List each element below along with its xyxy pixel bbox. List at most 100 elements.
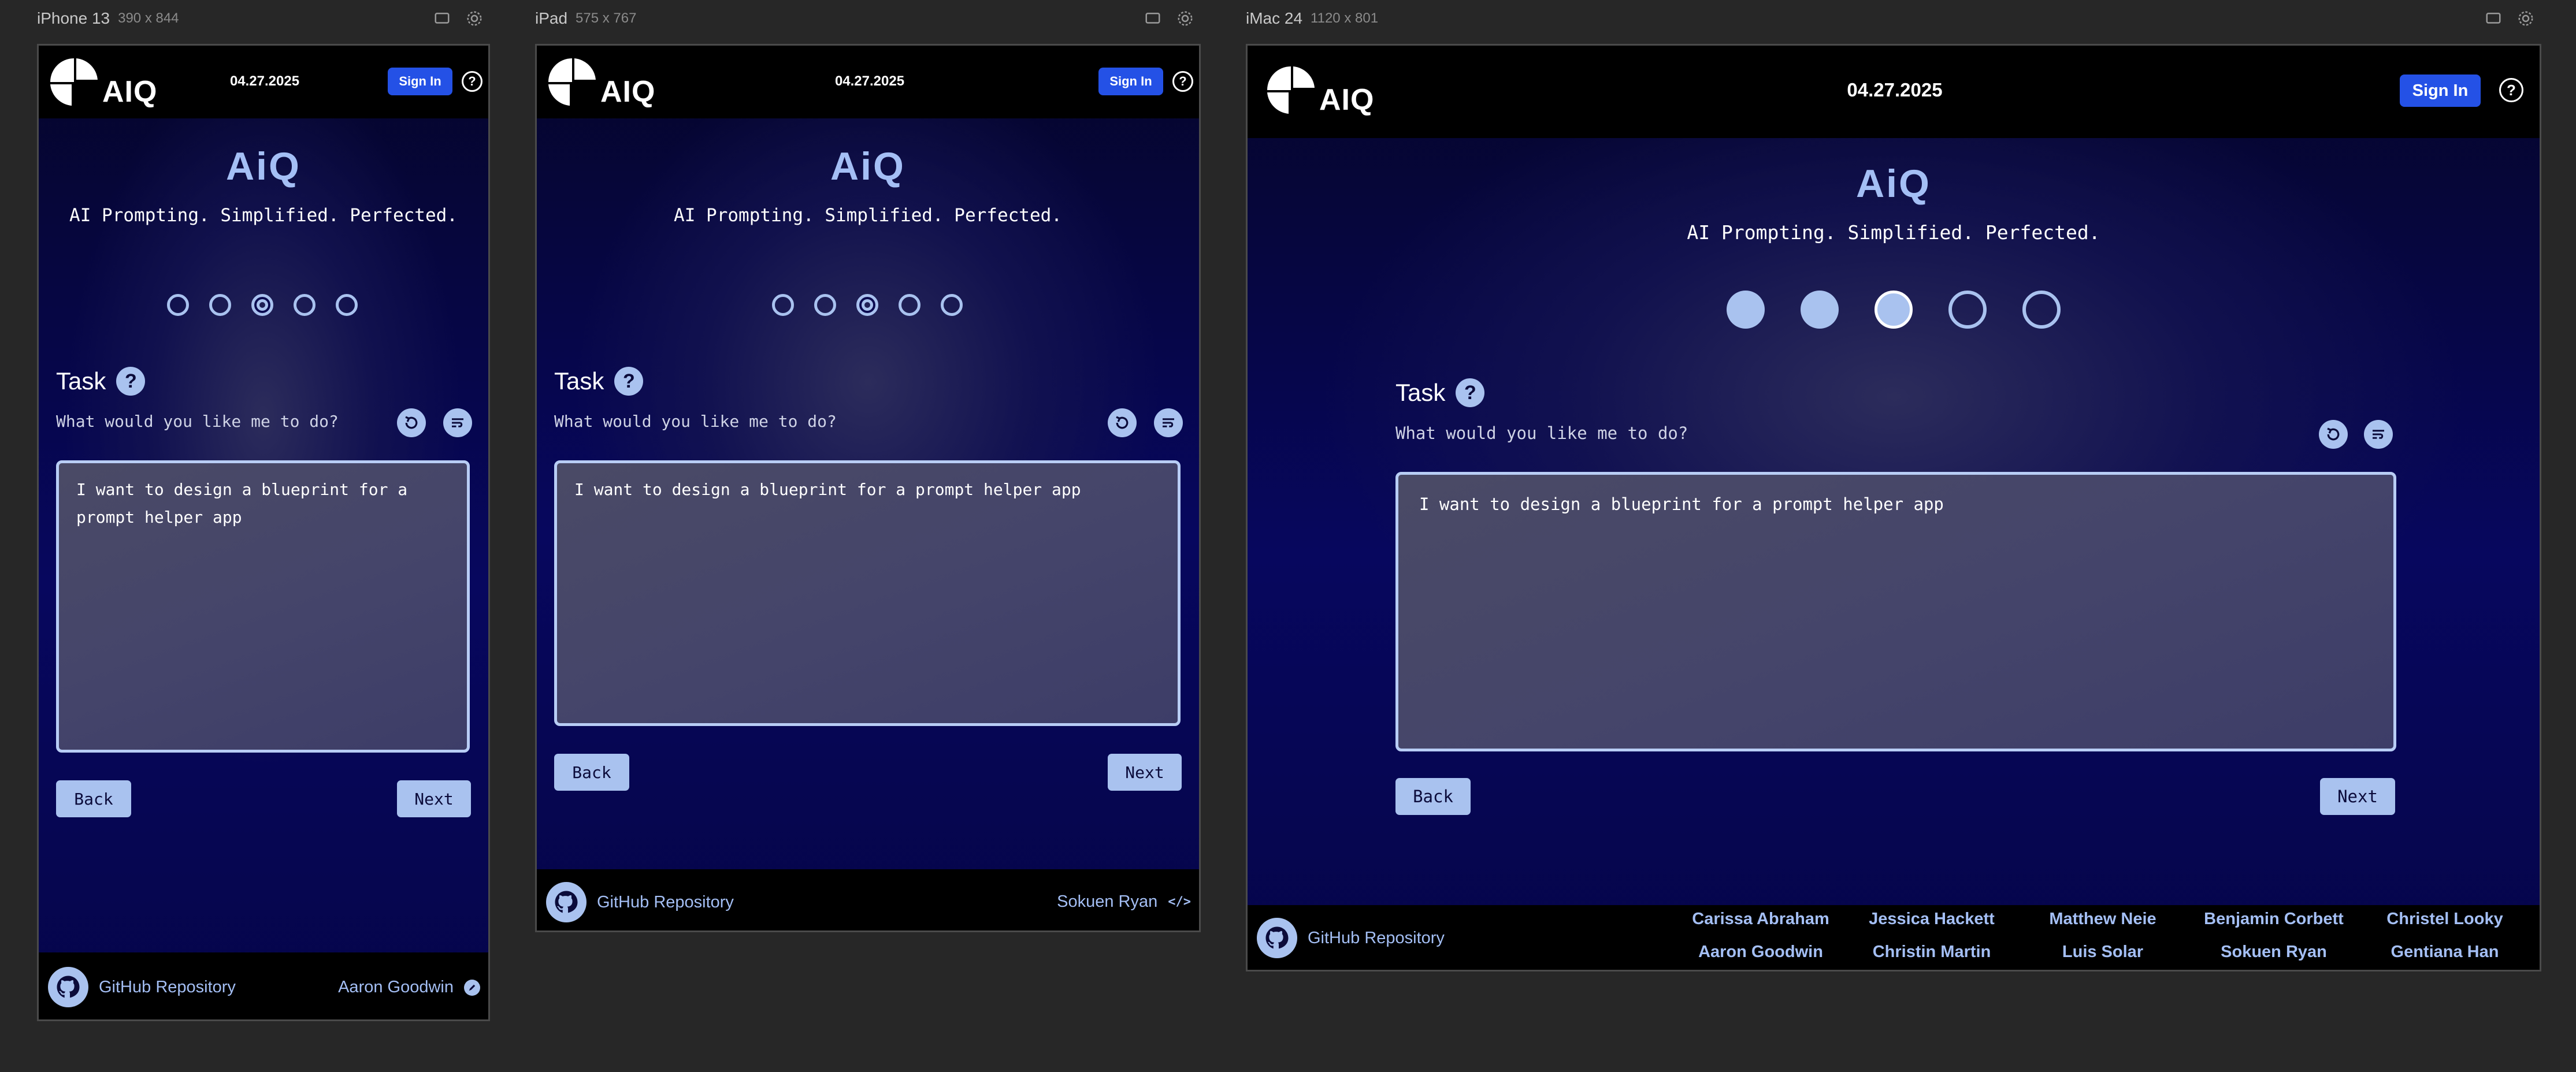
- device-size: 1120 x 801: [1311, 10, 1379, 26]
- stepper: [772, 294, 963, 316]
- format-button[interactable]: [1154, 408, 1183, 437]
- gear-icon[interactable]: [2517, 10, 2534, 27]
- reset-icon: [2327, 427, 2340, 441]
- step-dot[interactable]: [167, 294, 189, 316]
- logo: AIQ: [48, 55, 157, 109]
- footer: GitHub Repository Aaron Goodwin: [39, 952, 488, 1019]
- logo-text: AIQ: [600, 75, 656, 109]
- next-button[interactable]: Next: [2320, 778, 2395, 815]
- step-dot[interactable]: [209, 294, 231, 316]
- page-title: AiQ: [226, 144, 301, 188]
- task-textarea[interactable]: I want to design a blueprint for a promp…: [1395, 472, 2396, 751]
- step-dot[interactable]: [2022, 291, 2061, 329]
- step-dot-current[interactable]: [1875, 291, 1913, 329]
- help-icon[interactable]: ?: [462, 71, 482, 92]
- sign-in-button[interactable]: Sign In: [1098, 68, 1163, 95]
- step-dot[interactable]: [1948, 291, 1987, 329]
- task-help-icon[interactable]: ?: [116, 367, 146, 396]
- author-link[interactable]: Aaron Goodwin: [338, 978, 480, 997]
- reset-button[interactable]: [2319, 420, 2348, 449]
- task-help-icon[interactable]: ?: [1456, 378, 1485, 407]
- step-dot[interactable]: [941, 294, 963, 316]
- device-tools-imac: [2485, 7, 2534, 30]
- next-button[interactable]: Next: [397, 780, 471, 817]
- reset-button[interactable]: [1108, 408, 1137, 437]
- logo-mark-icon: [548, 58, 596, 106]
- task-heading: Task ?: [1395, 378, 1485, 407]
- tagline: AI Prompting. Simplified. Perfected.: [69, 205, 458, 226]
- step-dot[interactable]: [336, 294, 358, 316]
- device-label-iphone: iPhone 13 390 x 844: [37, 7, 179, 30]
- app-header: AIQ 04.27.2025 Sign In ?: [39, 46, 488, 118]
- help-icon[interactable]: ?: [1172, 71, 1193, 92]
- iphone-frame: AIQ 04.27.2025 Sign In ? AiQ AI Promptin…: [37, 44, 490, 1021]
- next-button[interactable]: Next: [1108, 754, 1182, 791]
- github-icon: [1257, 918, 1297, 958]
- reset-button[interactable]: [397, 408, 426, 437]
- back-button[interactable]: Back: [554, 754, 629, 791]
- sign-in-button[interactable]: Sign In: [2400, 75, 2481, 107]
- monitor-icon[interactable]: [433, 10, 451, 27]
- format-button[interactable]: [2364, 420, 2393, 449]
- footer: GitHub Repository Sokuen Ryan </>: [537, 869, 1199, 930]
- github-link[interactable]: GitHub Repository: [546, 882, 734, 922]
- task-heading: Task ?: [56, 367, 146, 396]
- credit-name[interactable]: Christel Looky: [2359, 910, 2530, 929]
- device-name: iPhone 13: [37, 9, 110, 27]
- step-dot-done[interactable]: [1727, 291, 1765, 329]
- credit-name[interactable]: Aaron Goodwin: [1675, 943, 1846, 962]
- step-dot-done[interactable]: [1801, 291, 1839, 329]
- format-button[interactable]: [443, 408, 472, 437]
- sign-in-button[interactable]: Sign In: [388, 68, 452, 95]
- help-icon[interactable]: ?: [2499, 78, 2523, 102]
- format-icon: [2373, 430, 2384, 439]
- page-title: AiQ: [830, 144, 905, 188]
- device-tools-iphone: [433, 7, 483, 30]
- back-button[interactable]: Back: [56, 780, 131, 817]
- app-header: AIQ 04.27.2025 Sign In ?: [537, 46, 1199, 118]
- credit-name[interactable]: Carissa Abraham: [1675, 910, 1846, 929]
- step-dot-current[interactable]: [251, 294, 273, 316]
- logo: AIQ: [1265, 63, 1374, 117]
- back-button[interactable]: Back: [1395, 778, 1471, 815]
- credit-name[interactable]: Matthew Neie: [2017, 910, 2188, 929]
- gear-icon[interactable]: [466, 10, 483, 27]
- monitor-icon[interactable]: [2485, 10, 2502, 27]
- github-link[interactable]: GitHub Repository: [1257, 918, 1445, 958]
- tagline: AI Prompting. Simplified. Perfected.: [1687, 221, 2100, 244]
- credit-name[interactable]: Jessica Hackett: [1846, 910, 2017, 929]
- device-tools-ipad: [1144, 7, 1194, 30]
- github-label: GitHub Repository: [99, 977, 236, 996]
- task-textarea[interactable]: I want to design a blueprint for a promp…: [554, 460, 1181, 726]
- format-icon: [1163, 418, 1174, 427]
- task-textarea[interactable]: I want to design a blueprint for a promp…: [56, 460, 470, 753]
- author-link[interactable]: Sokuen Ryan </>: [1057, 892, 1191, 911]
- credit-name[interactable]: Benjamin Corbett: [2188, 910, 2359, 929]
- task-title: Task: [56, 367, 106, 394]
- credit-name[interactable]: Sokuen Ryan: [2188, 943, 2359, 962]
- author-name: Sokuen Ryan: [1057, 892, 1158, 911]
- step-dot[interactable]: [814, 294, 836, 316]
- task-heading: Task ?: [554, 367, 644, 396]
- step-dot[interactable]: [294, 294, 315, 316]
- monitor-icon[interactable]: [1144, 10, 1161, 27]
- format-icon: [452, 418, 463, 427]
- logo-text: AIQ: [102, 75, 158, 109]
- credits: Carissa Abraham Jessica Hackett Matthew …: [1675, 910, 2530, 962]
- step-dot[interactable]: [899, 294, 920, 316]
- github-link[interactable]: GitHub Repository: [48, 967, 236, 1007]
- github-icon: [546, 882, 587, 922]
- stepper: [1727, 291, 2061, 329]
- stepper: [167, 294, 358, 316]
- code-icon: </>: [1168, 895, 1191, 909]
- task-title: Task: [1395, 379, 1446, 406]
- task-help-icon[interactable]: ?: [614, 367, 644, 396]
- logo-mark-icon: [50, 58, 98, 106]
- credit-name[interactable]: Luis Solar: [2017, 943, 2188, 962]
- credit-name[interactable]: Christin Martin: [1846, 943, 2017, 962]
- step-dot-current[interactable]: [856, 294, 878, 316]
- credit-name[interactable]: Gentiana Han: [2359, 943, 2530, 962]
- device-name: iPad: [535, 9, 568, 27]
- step-dot[interactable]: [772, 294, 794, 316]
- gear-icon[interactable]: [1176, 10, 1194, 27]
